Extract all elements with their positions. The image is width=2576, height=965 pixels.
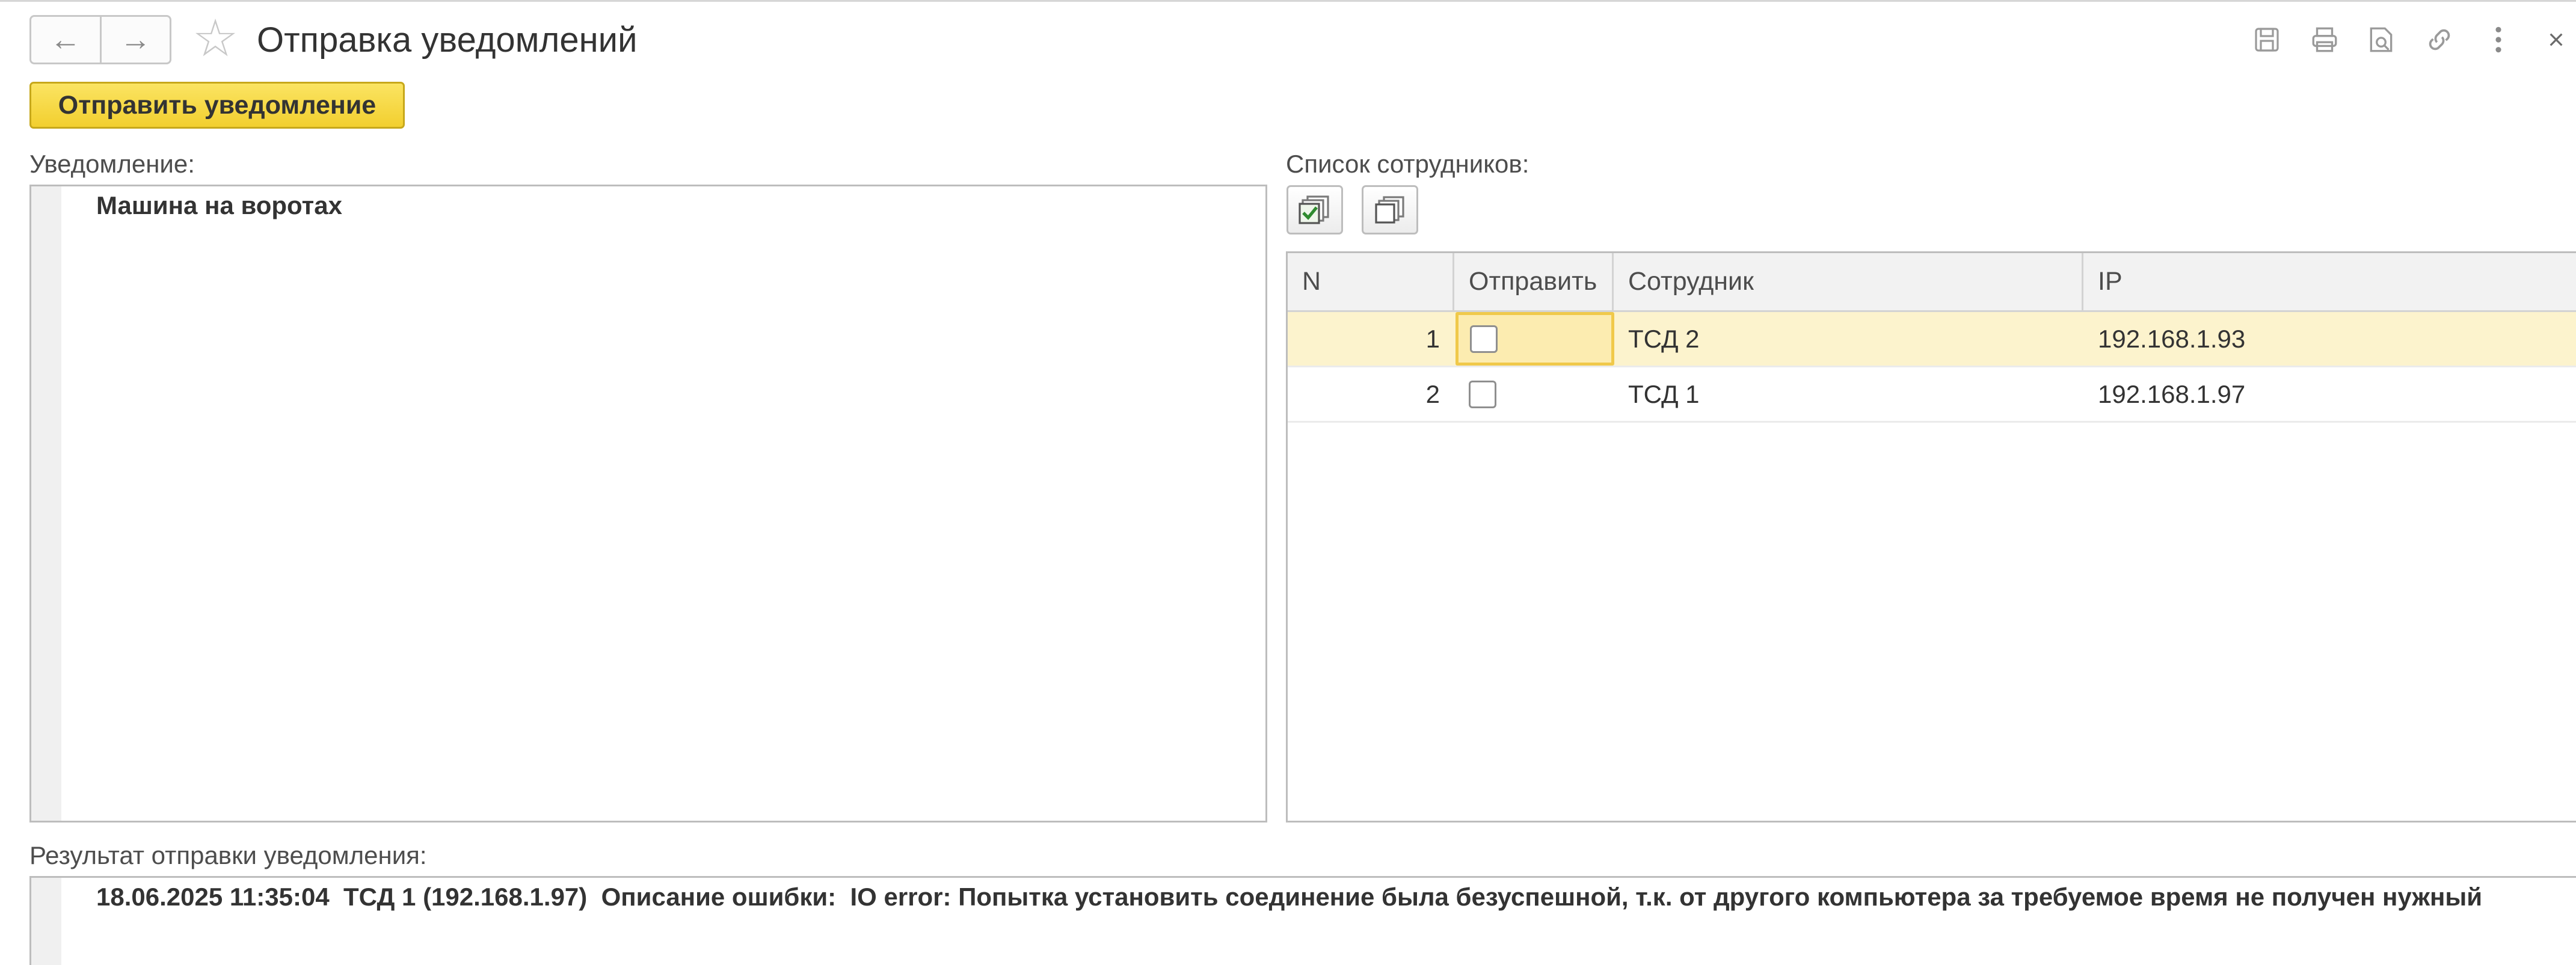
notification-label: Уведомление:: [29, 150, 195, 178]
link-icon[interactable]: [2421, 22, 2458, 58]
send-checkbox[interactable]: [1470, 325, 1498, 353]
window-top-border: [0, 0, 2576, 2]
table-header: N Отправить Сотрудник IP: [1288, 253, 2576, 312]
navigation-buttons: ← →: [29, 15, 171, 64]
notification-textarea[interactable]: Машина на воротах: [29, 185, 1267, 823]
print-icon[interactable]: [2307, 22, 2343, 58]
employee-name: ТСД 2: [1628, 325, 1700, 353]
save-icon[interactable]: [2249, 22, 2285, 58]
column-header-ip[interactable]: IP: [2083, 253, 2576, 310]
textarea-gutter: [31, 186, 61, 821]
column-header-n[interactable]: N: [1288, 253, 1454, 310]
send-checkbox-cell[interactable]: [1454, 367, 1614, 421]
result-textarea[interactable]: 18.06.2025 11:35:04 ТСД 1 (192.168.1.97)…: [29, 876, 2576, 965]
employees-table: N Отправить Сотрудник IP 1 ТСД 2 192.168…: [1286, 251, 2576, 823]
send-checkbox-cell[interactable]: [1456, 312, 1614, 366]
back-button[interactable]: ←: [31, 17, 100, 63]
result-text: 18.06.2025 11:35:04 ТСД 1 (192.168.1.97)…: [96, 883, 2483, 911]
uncheck-all-button[interactable]: [1362, 185, 1418, 234]
send-checkbox[interactable]: [1469, 380, 1496, 408]
arrow-right-icon: →: [120, 22, 152, 57]
send-notification-button[interactable]: Отправить уведомление: [29, 82, 405, 129]
employees-label: Список сотрудников:: [1286, 150, 1529, 178]
table-row[interactable]: 1 ТСД 2 192.168.1.93: [1288, 312, 2576, 367]
check-all-button[interactable]: [1286, 185, 1343, 234]
check-all-icon: [1299, 195, 1329, 224]
row-number: 1: [1425, 325, 1440, 353]
arrow-left-icon: ←: [49, 22, 81, 57]
employee-ip: 192.168.1.97: [2098, 380, 2246, 408]
column-header-send[interactable]: Отправить: [1454, 253, 1614, 310]
employee-name: ТСД 1: [1628, 380, 1700, 408]
employee-ip: 192.168.1.93: [2098, 325, 2246, 353]
row-number: 2: [1425, 380, 1440, 408]
table-row[interactable]: 2 ТСД 1 192.168.1.97: [1288, 367, 2576, 423]
column-header-employee[interactable]: Сотрудник: [1614, 253, 2083, 310]
notification-text: Машина на воротах: [96, 191, 342, 219]
uncheck-all-icon: [1375, 196, 1404, 224]
result-label: Результат отправки уведомления:: [29, 841, 427, 869]
preview-icon[interactable]: [2363, 22, 2399, 58]
page-title: Отправка уведомлений: [257, 20, 638, 60]
textarea-gutter: [31, 878, 61, 965]
close-icon[interactable]: [2538, 22, 2574, 58]
forward-button[interactable]: →: [99, 17, 170, 63]
more-icon[interactable]: [2480, 22, 2516, 58]
star-icon[interactable]: ☆: [191, 13, 239, 64]
